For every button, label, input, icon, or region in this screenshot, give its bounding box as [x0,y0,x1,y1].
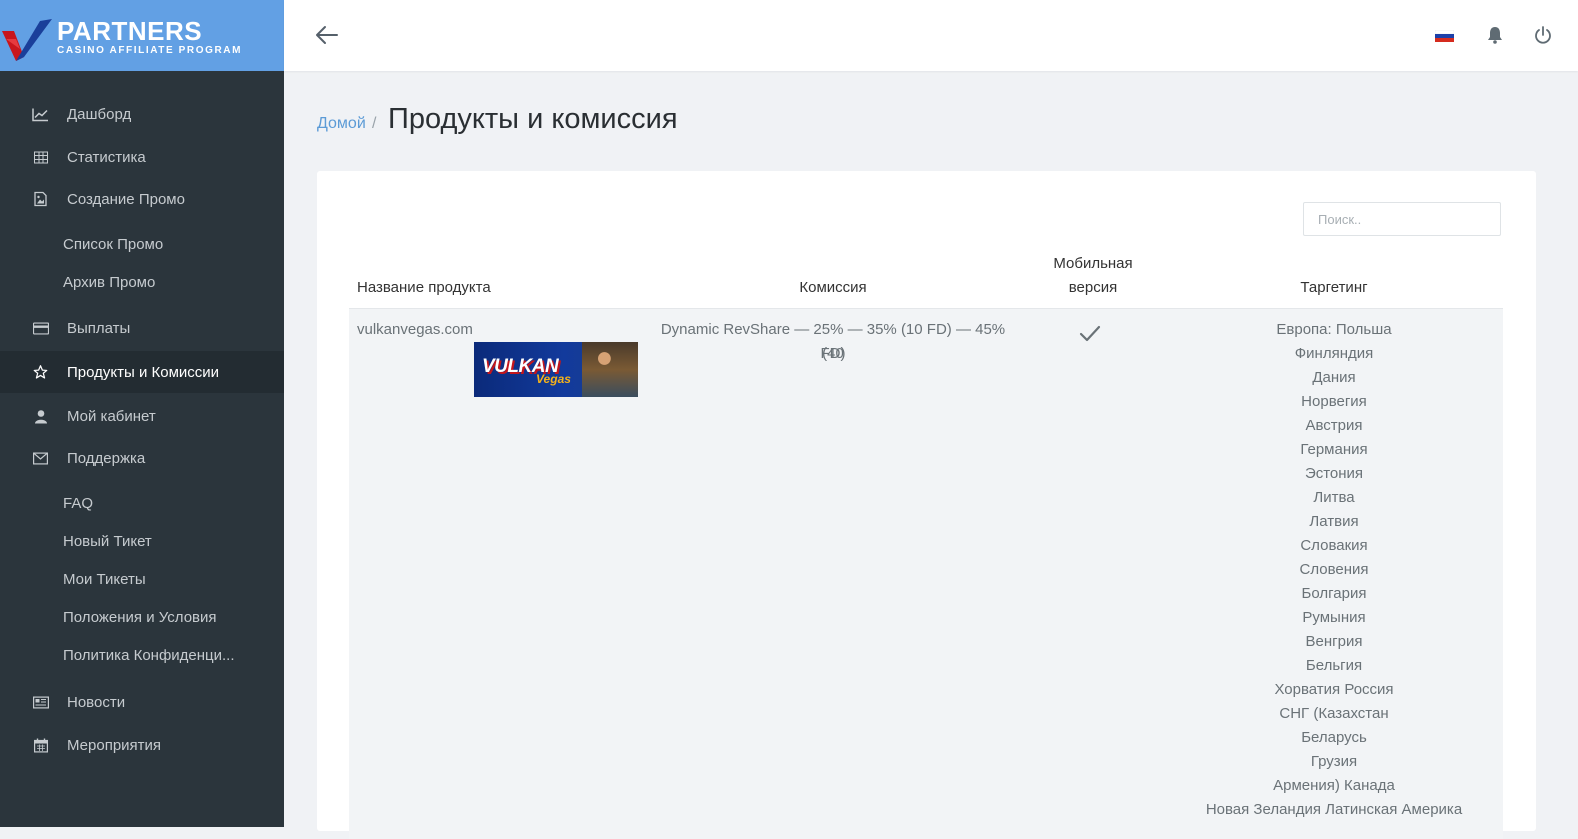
sidebar-subitem-new-ticket[interactable]: Новый Тикет [63,527,263,557]
sidebar-item-events[interactable]: Мероприятия [0,724,284,766]
brand-title: PARTNERS [57,16,203,46]
credit-card-icon [32,320,49,337]
brand-subtitle: CASINO AFFILIATE PROGRAM [57,45,243,56]
sidebar-item-news[interactable]: Новости [0,681,284,723]
column-header-commission[interactable]: Комиссия [737,276,929,300]
targeting-item: Хорватия Россия [1274,681,1394,698]
sidebar-item-label: Мой кабинет [67,407,156,425]
arrow-left-icon[interactable] [313,21,341,49]
sidebar-subitem-terms[interactable]: Положения и Условия [63,603,263,633]
targeting-item: Словения [1299,561,1369,578]
sidebar-item-label: Статистика [67,148,146,166]
column-header-mobile-line2: версия [1068,279,1118,296]
targeting-item: Словакия [1300,537,1368,554]
power-icon[interactable] [1534,26,1552,44]
chart-line-icon [32,106,49,123]
banner-logo-subtext: Vegas [536,372,571,386]
products-card: Название продукта Комиссия Мобильная вер… [317,171,1536,839]
sidebar-item-payouts[interactable]: Выплаты [0,307,284,349]
targeting-item: Литва [1313,489,1355,506]
sidebar-item-support[interactable]: Поддержка [0,437,284,479]
targeting-item: Австрия [1305,417,1363,434]
targeting-item: Грузия [1310,753,1358,770]
targeting-item: Румыния [1302,609,1366,626]
page-title: Продукты и комиссия [388,103,678,135]
targeting-item: Бельгия [1305,657,1363,674]
star-icon [32,364,49,381]
targeting-item: Европа: Польша [1276,321,1392,338]
sidebar-item-label: Создание Промо [67,190,185,208]
sidebar-subitem-promo-list[interactable]: Список Промо [63,230,263,260]
targeting-item: Беларусь [1301,729,1367,746]
sidebar-item-my-account[interactable]: Мой кабинет [0,395,284,437]
sidebar-subitem-promo-archive[interactable]: Архив Промо [63,268,263,298]
targeting-item: Новая Зеландия Латинская Америка [1205,801,1463,818]
sidebar-subitem-privacy[interactable]: Политика Конфиденци... [63,641,263,671]
breadcrumb-home-link[interactable]: Домой [317,115,366,133]
targeting-item: Дания [1312,369,1356,386]
newspaper-icon [32,694,49,711]
sidebar-item-products-commissions[interactable]: Продукты и Комиссии [0,351,284,393]
sidebar-item-dashboard[interactable]: Дашборд [0,93,284,135]
targeting-item: Финляндия [1294,345,1374,362]
targeting-item: Эстония [1304,465,1364,482]
sidebar-item-label: Мероприятия [67,736,162,754]
breadcrumb-separator: / [372,115,377,132]
bell-icon[interactable] [1487,26,1503,44]
russia-flag-icon[interactable] [1435,30,1454,42]
targeting-item: Венгрия [1305,633,1363,650]
sidebar-item-label: Выплаты [67,319,131,337]
product-name-link[interactable]: vulkanvegas.com [357,318,473,342]
calendar-icon [32,737,49,754]
targeting-list: Европа: Польша Финляндия Дания Норвегия Авст… [1187,318,1481,822]
targeting-item: Латвия [1309,513,1359,530]
sidebar-subitem-my-tickets[interactable]: Мои Тикеты [63,565,263,595]
targeting-item: Армения) Канада [1273,777,1395,794]
image-file-icon [32,191,49,208]
sidebar-item-create-promo[interactable]: Создание Промо [0,178,284,220]
sidebar-item-label: Поддержка [67,449,146,467]
brand-header[interactable]: PARTNERS CASINO AFFILIATE PROGRAM [0,0,284,71]
column-header-mobile-line1[interactable]: Мобильная [1037,252,1149,276]
product-banner-image[interactable]: VULKAN Vegas [474,342,638,397]
sidebar-subitem-faq[interactable]: FAQ [63,489,263,519]
envelope-icon [32,450,49,467]
top-bar [284,0,1578,71]
table-grid-icon [32,149,49,166]
banner-character-image [582,342,638,397]
sidebar-item-label: Новости [67,693,126,711]
check-icon [1079,325,1101,342]
targeting-item: Норвегия [1301,393,1367,410]
sidebar-item-label: Продукты и Комиссии [67,363,220,381]
column-header-targeting[interactable]: Таргетинг [1237,276,1431,300]
user-icon [32,408,49,425]
targeting-item: Германия [1300,441,1368,458]
column-header-product[interactable]: Название продукта [357,276,491,300]
search-input[interactable] [1303,202,1501,236]
sidebar-item-statistics[interactable]: Статистика [0,136,284,178]
sidebar: PARTNERS CASINO AFFILIATE PROGRAM Дашбор… [0,0,284,827]
brand-logo-icon [2,19,52,61]
sidebar-item-label: Дашборд [67,105,132,123]
targeting-item: Болгария [1301,585,1367,602]
targeting-item: СНГ (Казахстан [1279,705,1389,722]
commission-line-2: FD) [820,345,846,362]
